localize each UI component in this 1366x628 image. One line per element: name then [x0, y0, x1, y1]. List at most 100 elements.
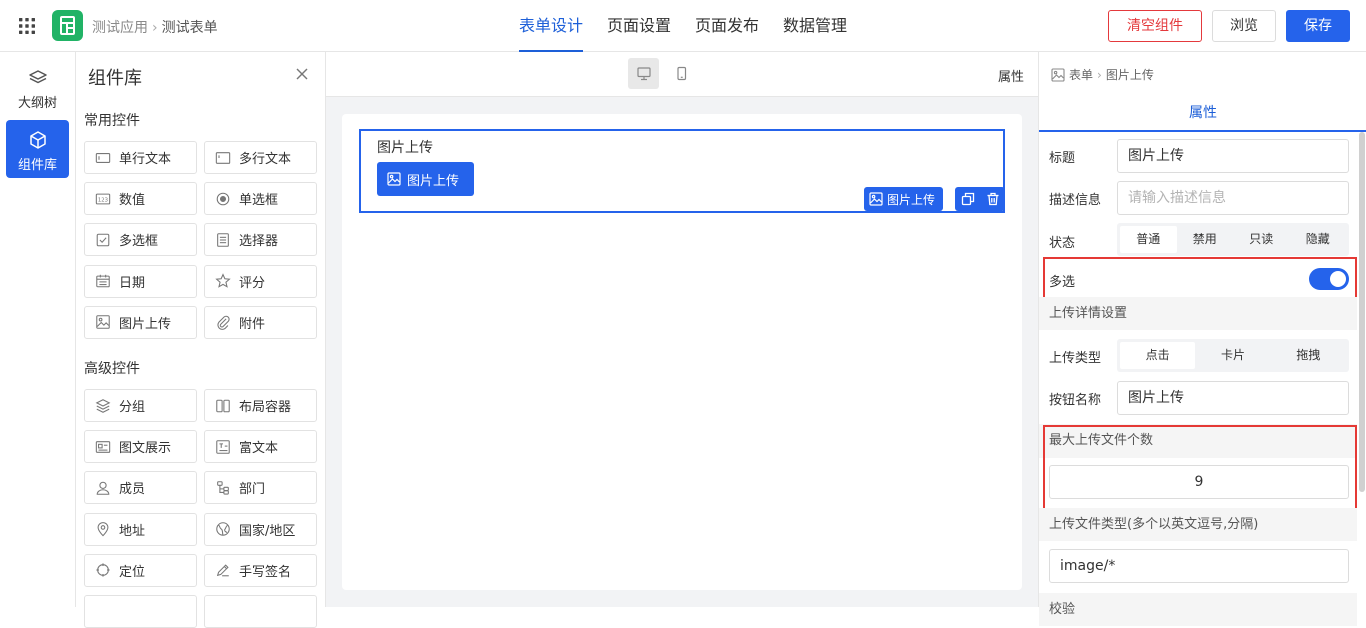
component-location[interactable]: 地址: [84, 512, 197, 546]
properties-scrollbar[interactable]: [1359, 132, 1365, 492]
cube-icon: [29, 131, 46, 149]
component-radio[interactable]: 单选框: [204, 182, 317, 216]
trash-icon[interactable]: [986, 192, 1000, 206]
upload-type-click[interactable]: 点击: [1120, 342, 1196, 369]
radio-icon: [216, 192, 230, 205]
component-group[interactable]: 分组: [84, 389, 197, 422]
component-layout[interactable]: 布局容器: [204, 389, 317, 422]
svg-text:123: 123: [98, 197, 108, 203]
breadcrumb-field: 图片上传: [1105, 68, 1154, 82]
component-select[interactable]: 选择器: [204, 223, 317, 257]
selected-field-image-upload[interactable]: 图片上传 图片上传 图片上传: [359, 129, 1005, 213]
calendar-icon: [96, 274, 110, 288]
user-icon: [96, 481, 110, 495]
breadcrumb-form[interactable]: 表单: [1069, 66, 1093, 83]
clear-components-button[interactable]: 清空组件: [1108, 10, 1202, 42]
sidebar-item-outline[interactable]: 大纲树: [6, 58, 69, 116]
component-crosshair[interactable]: 定位: [84, 553, 197, 587]
state-option-normal[interactable]: 普通: [1120, 226, 1177, 253]
breadcrumb: 测试应用 › 测试表单: [92, 17, 218, 37]
number-icon: 123: [95, 193, 111, 205]
preview-button[interactable]: 浏览: [1212, 10, 1276, 42]
tab-form-design[interactable]: 表单设计: [519, 0, 584, 52]
file-types-input[interactable]: image/*: [1049, 549, 1349, 583]
close-icon[interactable]: [294, 66, 310, 82]
component-label: 手写签名: [239, 564, 292, 580]
upload-type-card[interactable]: 卡片: [1195, 342, 1270, 369]
component-truncated[interactable]: [84, 595, 197, 628]
image-upload-button[interactable]: 图片上传: [377, 162, 474, 196]
rich-text-icon: [216, 439, 230, 454]
sidebar-item-component-library[interactable]: 组件库: [6, 120, 69, 178]
component-department[interactable]: 部门: [204, 471, 317, 505]
component-label: 单选框: [239, 193, 279, 209]
component-image-text[interactable]: 图文展示: [84, 430, 197, 464]
component-single-line-text[interactable]: 单行文本: [84, 141, 197, 174]
component-label: 单行文本: [119, 152, 172, 167]
panel-title: 组件库: [88, 68, 142, 89]
component-calendar[interactable]: 日期: [84, 264, 197, 298]
component-checkbox[interactable]: 多选框: [84, 223, 197, 257]
component-number[interactable]: 123 数值: [84, 182, 197, 216]
breadcrumb-form: 测试表单: [161, 20, 218, 36]
paperclip-icon: [217, 316, 230, 331]
toggle-knob: [1330, 271, 1346, 287]
image-icon: [96, 315, 110, 330]
state-option-disabled[interactable]: 禁用: [1177, 226, 1234, 253]
properties-toggle[interactable]: 属性: [998, 66, 1024, 85]
component-multi-line-text[interactable]: 多行文本: [204, 141, 317, 174]
desktop-view-button[interactable]: [628, 58, 659, 89]
component-truncated[interactable]: [204, 595, 317, 628]
breadcrumb-app[interactable]: 测试应用: [92, 20, 148, 36]
component-globe[interactable]: 国家/地区: [204, 512, 317, 546]
description-label: 描述信息: [1049, 193, 1102, 208]
multiple-toggle[interactable]: [1309, 268, 1349, 290]
sidebar-item-label: 组件库: [17, 158, 57, 173]
image-icon: [869, 192, 883, 206]
component-label: 富文本: [239, 441, 279, 457]
max-files-input[interactable]: 9: [1049, 465, 1349, 499]
component-label: 多行文本: [239, 152, 292, 167]
component-image[interactable]: 图片上传: [84, 305, 197, 339]
component-label: 布局容器: [239, 400, 292, 415]
tab-properties[interactable]: 属性: [1039, 96, 1366, 132]
description-input[interactable]: 请输入描述信息: [1117, 181, 1349, 215]
state-segmented: 普通 禁用 只读 隐藏: [1117, 223, 1349, 256]
save-button[interactable]: 保存: [1286, 10, 1350, 42]
section-title-advanced: 高级控件: [84, 361, 140, 377]
properties-breadcrumb: 表单 › 图片上传: [1051, 66, 1154, 83]
tab-data-management[interactable]: 数据管理: [783, 0, 847, 52]
button-name-label: 按钮名称: [1049, 393, 1102, 408]
button-name-input[interactable]: 图片上传: [1117, 381, 1349, 415]
section-title-common: 常用控件: [84, 113, 140, 129]
component-label: 分组: [119, 400, 146, 415]
component-label: 部门: [239, 482, 266, 498]
upload-type-label: 上传类型: [1049, 351, 1102, 366]
component-label: 图文展示: [119, 441, 172, 457]
tab-page-publish[interactable]: 页面发布: [695, 0, 759, 52]
upload-settings-section: 上传详情设置: [1039, 297, 1357, 330]
image-icon: [387, 172, 401, 186]
component-star[interactable]: 评分: [204, 264, 317, 298]
mobile-view-button[interactable]: [666, 58, 697, 89]
copy-icon[interactable]: [961, 192, 975, 206]
component-label: 日期: [119, 275, 146, 291]
field-label: 图片上传: [377, 140, 433, 156]
tab-page-settings[interactable]: 页面设置: [607, 0, 671, 52]
app-grid-icon[interactable]: [18, 17, 36, 35]
upload-type-drag[interactable]: 拖拽: [1271, 342, 1346, 369]
title-input[interactable]: 图片上传: [1117, 139, 1349, 173]
max-files-label: 最大上传文件个数: [1039, 424, 1357, 458]
component-user[interactable]: 成员: [84, 471, 197, 505]
validation-section: 校验: [1039, 593, 1357, 626]
canvas-toolbar: 属性: [326, 52, 1038, 97]
state-option-hidden[interactable]: 隐藏: [1290, 226, 1347, 253]
field-type-label: 图片上传: [887, 192, 936, 207]
properties-tabbar: 属性: [1039, 96, 1366, 132]
component-rich-text[interactable]: 富文本: [204, 430, 317, 464]
app-logo: [52, 10, 83, 41]
component-pen[interactable]: 手写签名: [204, 553, 317, 587]
component-paperclip[interactable]: 附件: [204, 305, 317, 339]
state-option-readonly[interactable]: 只读: [1233, 226, 1290, 253]
multiple-label: 多选: [1049, 275, 1076, 290]
